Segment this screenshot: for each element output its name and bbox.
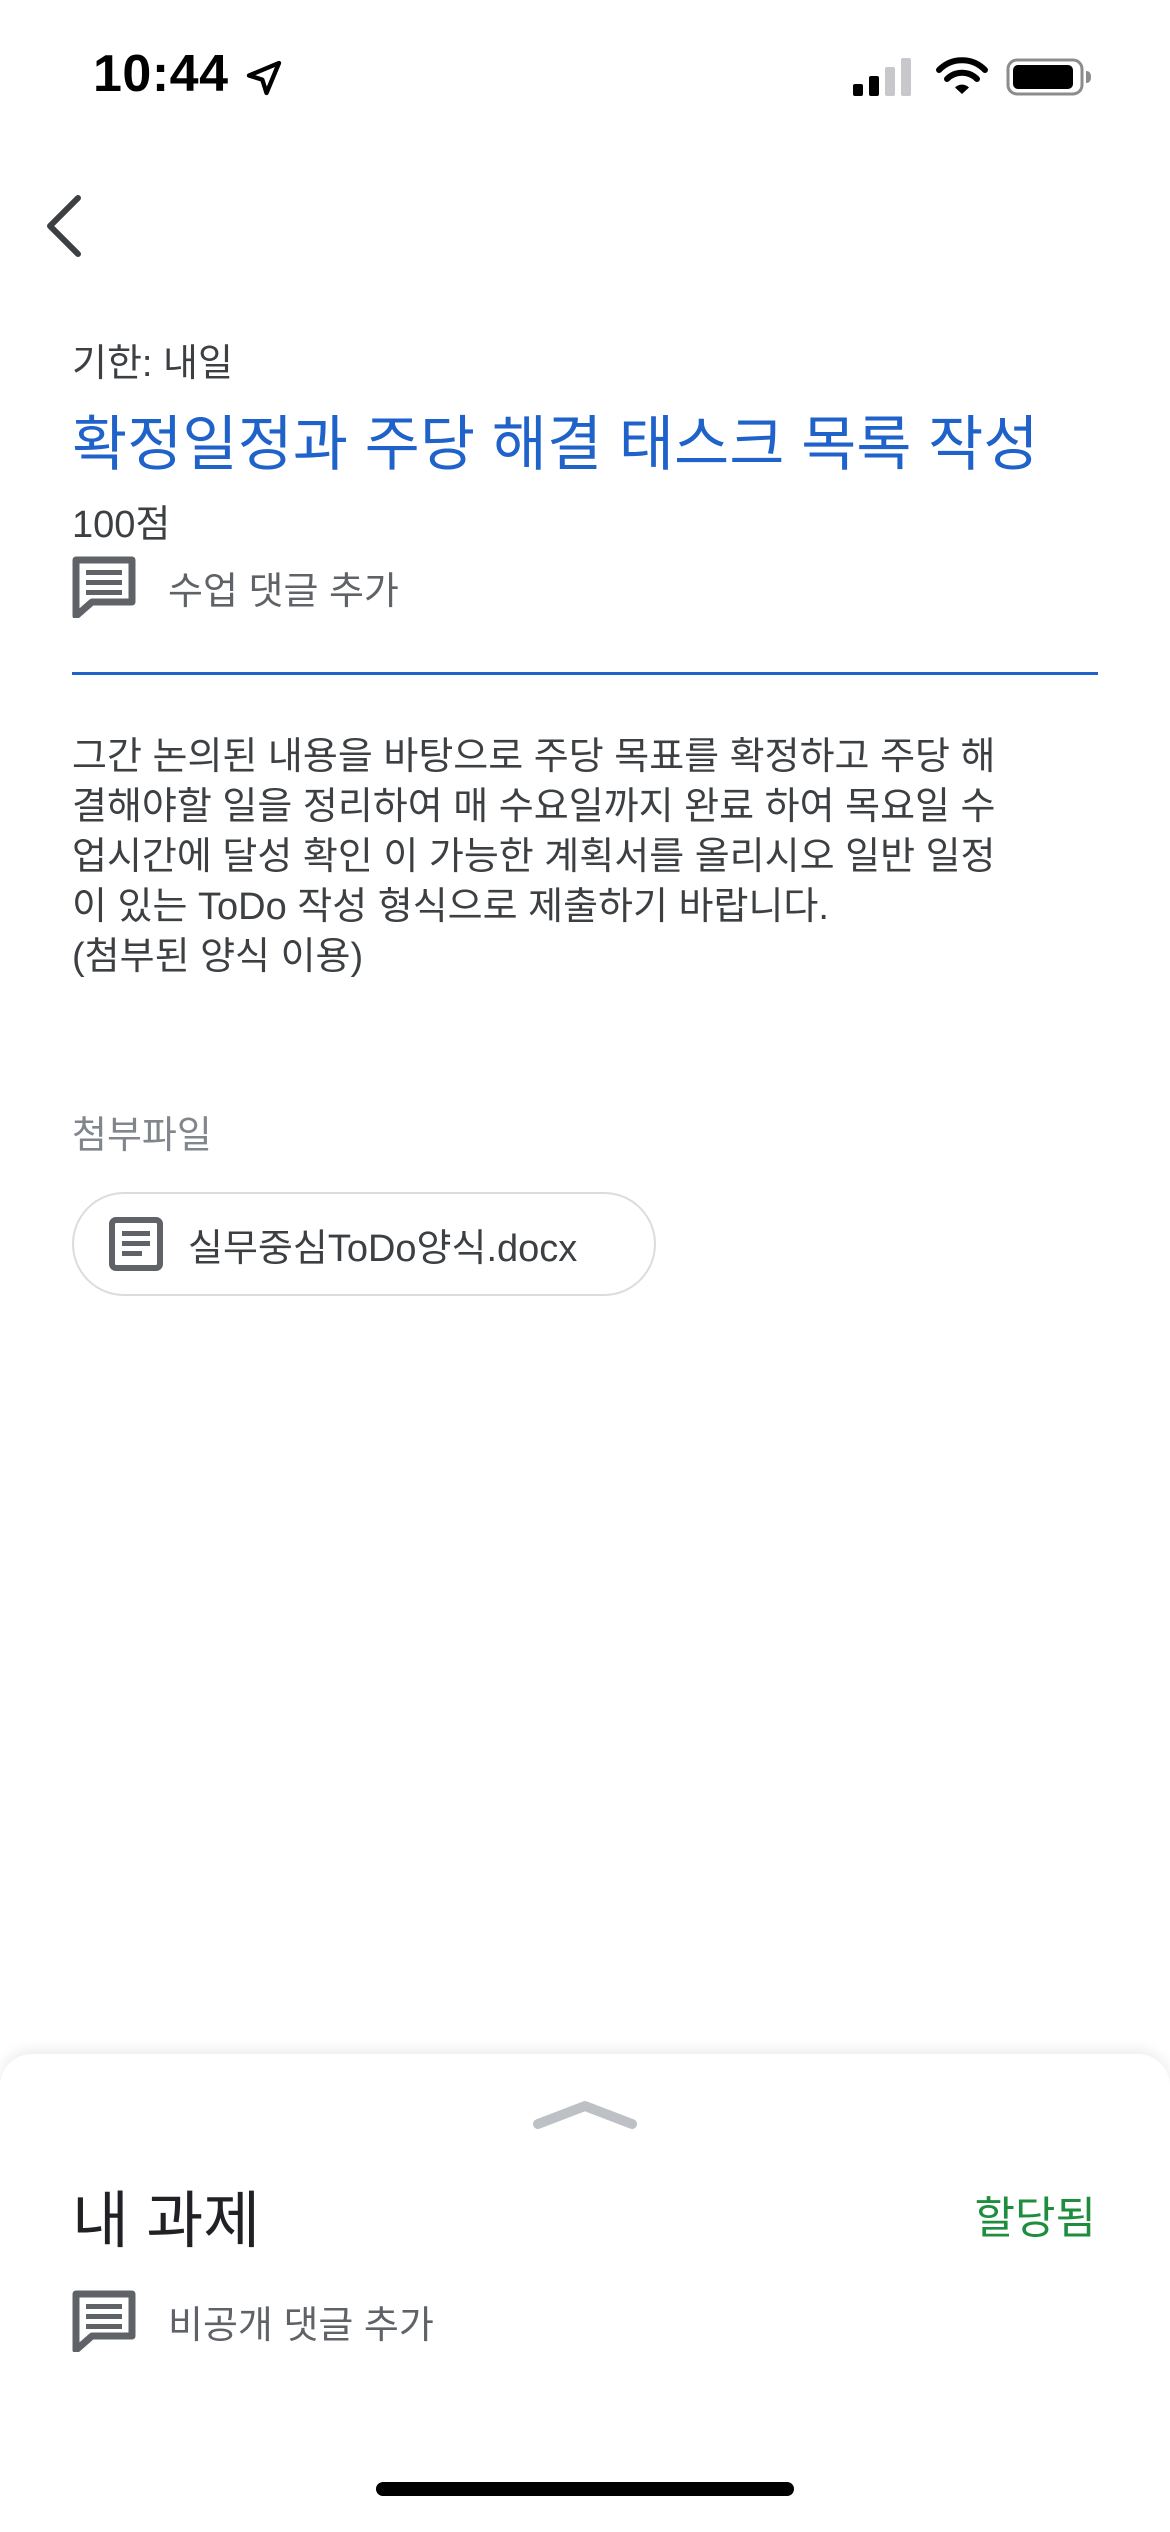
private-comment-label: 비공개 댓글 추가 xyxy=(168,2304,434,2347)
my-work-sheet: 내 과제 할당됨 비공개 댓글 추가 xyxy=(0,2054,1170,2532)
comment-icon xyxy=(72,556,136,618)
attachment-name: 실무중심ToDo양식.docx xyxy=(188,1227,578,1270)
status-badge: 할당됨 xyxy=(974,2194,1096,2243)
add-private-comment-button[interactable]: 비공개 댓글 추가 xyxy=(72,2286,552,2356)
assignment-points: 100점 xyxy=(72,504,171,546)
wifi-icon xyxy=(936,57,988,94)
document-icon xyxy=(109,1217,163,1271)
add-class-comment-button[interactable]: 수업 댓글 추가 xyxy=(72,552,492,622)
home-indicator[interactable] xyxy=(376,2482,794,2496)
cellular-signal-icon xyxy=(853,58,911,96)
my-work-title: 내 과제 xyxy=(72,2187,261,2256)
expand-sheet-handle-icon[interactable] xyxy=(528,2094,642,2134)
back-button[interactable] xyxy=(38,188,98,260)
attachments-heading: 첨부파일 xyxy=(72,1115,212,1157)
class-comment-label: 수업 댓글 추가 xyxy=(168,570,399,613)
due-date: 기한: 내일 xyxy=(72,343,233,385)
chevron-left-icon xyxy=(47,195,81,257)
comment-icon xyxy=(72,2290,136,2352)
assignment-title: 확정일정과 주당 해결 태스크 목록 작성 xyxy=(72,411,1039,478)
status-bar: 10:44 xyxy=(0,0,1170,150)
location-arrow-icon xyxy=(246,60,282,96)
assignment-description: 그간 논의된 내용을 바탕으로 주당 목표를 확정하고 주당 해 결해야할 일을… xyxy=(72,736,996,978)
attachment-chip[interactable]: 실무중심ToDo양식.docx xyxy=(72,1192,656,1296)
status-time: 10:44 xyxy=(93,45,229,103)
section-divider xyxy=(72,672,1098,675)
battery-icon xyxy=(1006,58,1091,96)
